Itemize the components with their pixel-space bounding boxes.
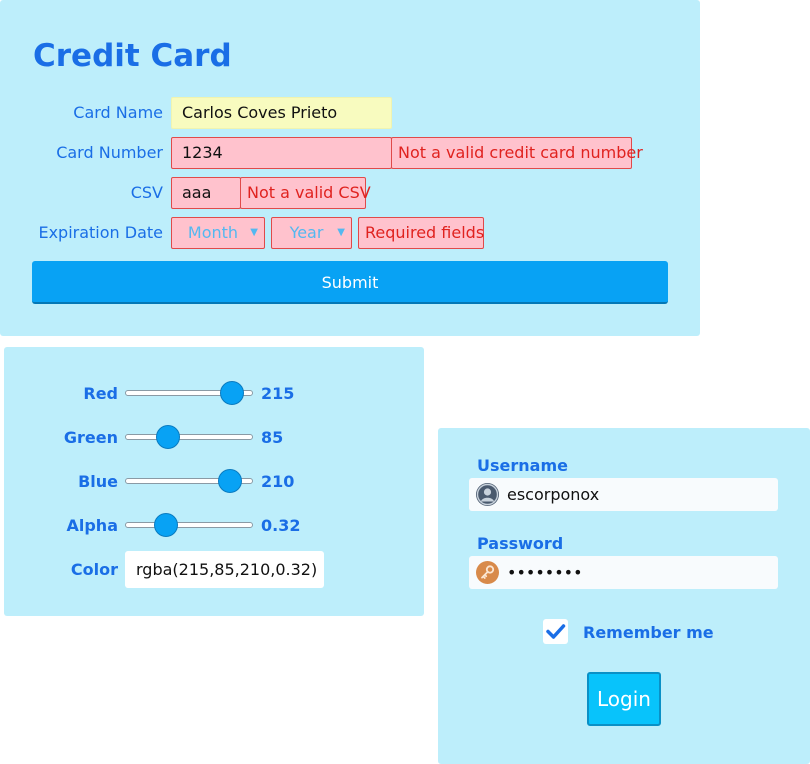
blue-slider-thumb[interactable] xyxy=(217,469,242,493)
color-output[interactable]: rgba(215,85,210,0.32) xyxy=(125,551,324,588)
card-number-label: Card Number xyxy=(56,143,163,162)
color-picker-panel: Red 215 Green 85 Blue 210 Alpha 0.32 Col… xyxy=(4,347,424,616)
red-slider-thumb[interactable] xyxy=(220,381,245,405)
chevron-down-icon: ▼ xyxy=(337,227,345,238)
alpha-slider[interactable] xyxy=(125,513,253,537)
expiration-error: Required fields xyxy=(358,217,484,249)
remember-me-checkbox[interactable] xyxy=(543,619,568,644)
username-input[interactable]: escorponox xyxy=(469,478,778,511)
green-value: 85 xyxy=(261,428,284,447)
submit-button[interactable]: Submit xyxy=(32,261,668,304)
checkmark-icon xyxy=(546,624,566,639)
blue-slider[interactable] xyxy=(125,469,253,493)
card-name-label: Card Name xyxy=(73,103,163,122)
blue-value: 210 xyxy=(261,472,295,491)
green-slider-thumb[interactable] xyxy=(155,425,180,449)
red-slider-label: Red xyxy=(83,384,118,403)
alpha-slider-label: Alpha xyxy=(66,516,118,535)
color-label: Color xyxy=(70,560,118,579)
green-slider[interactable] xyxy=(125,425,253,449)
csv-error: Not a valid CSV xyxy=(240,177,371,209)
login-panel: Username escorponox Password •••••••• Re… xyxy=(438,428,810,764)
key-icon xyxy=(476,561,499,584)
csv-label: CSV xyxy=(130,183,163,202)
month-select-placeholder: Month xyxy=(187,223,239,242)
user-icon xyxy=(476,483,499,506)
remember-me-label: Remember me xyxy=(583,623,714,642)
red-slider[interactable] xyxy=(125,381,253,405)
credit-card-panel: Credit Card Card Name Carlos Coves Priet… xyxy=(0,0,700,336)
alpha-slider-thumb[interactable] xyxy=(154,513,179,537)
alpha-value: 0.32 xyxy=(261,516,301,535)
year-select-placeholder: Year xyxy=(289,223,324,242)
chevron-down-icon: ▼ xyxy=(250,227,258,238)
month-select[interactable]: Month ▼ xyxy=(171,217,265,249)
username-label: Username xyxy=(477,456,568,475)
password-value: •••••••• xyxy=(507,563,583,582)
green-slider-label: Green xyxy=(63,428,118,447)
password-input[interactable]: •••••••• xyxy=(469,556,778,589)
username-value: escorponox xyxy=(507,485,600,504)
login-button[interactable]: Login xyxy=(587,672,661,726)
red-value: 215 xyxy=(261,384,295,403)
year-select[interactable]: Year ▼ xyxy=(271,217,352,249)
password-label: Password xyxy=(477,534,564,553)
card-number-input[interactable]: 1234 xyxy=(171,137,392,169)
card-name-input[interactable]: Carlos Coves Prieto xyxy=(171,97,392,129)
expiration-date-label: Expiration Date xyxy=(38,223,163,242)
card-number-error: Not a valid credit card number xyxy=(391,137,643,169)
page-title: Credit Card xyxy=(33,38,232,74)
blue-slider-label: Blue xyxy=(78,472,118,491)
csv-input[interactable]: aaa xyxy=(171,177,241,209)
